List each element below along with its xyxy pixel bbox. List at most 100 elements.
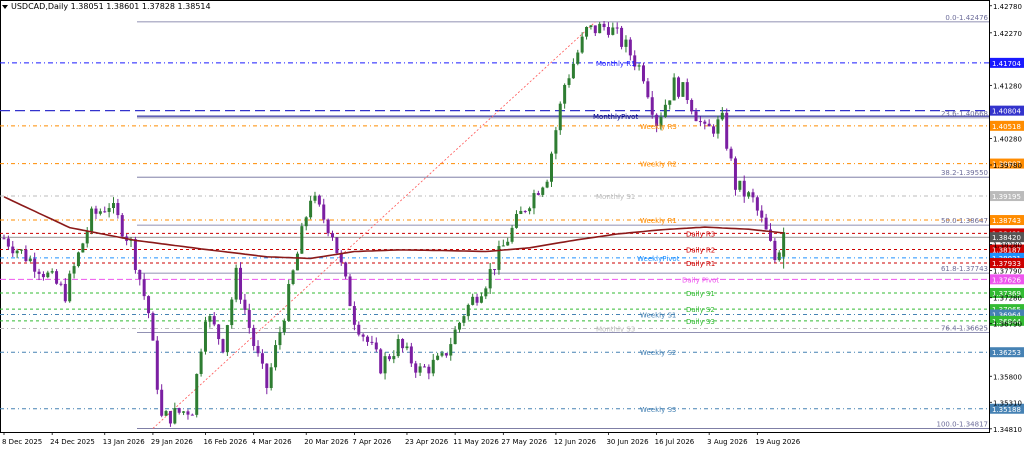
x-tick-label: 19 Aug 2026 <box>755 438 800 446</box>
level-label: Weekly S3 <box>640 406 676 414</box>
candle-body <box>225 325 229 353</box>
candle-body <box>120 215 124 237</box>
candle-body <box>217 324 221 340</box>
level-label: Weekly S2 <box>640 349 676 357</box>
candle-body <box>396 339 400 357</box>
time-axis: 8 Dec 2025 24 Dec 2025 13 Jan 2026 29 Jan 2… <box>2 432 801 446</box>
candle-body <box>239 267 243 300</box>
candle-body <box>348 276 352 307</box>
candle-body <box>703 121 707 124</box>
candle-body <box>317 195 321 205</box>
candle-body <box>278 332 282 346</box>
candle-body <box>646 81 650 98</box>
level-label: 100.0-1.34817 <box>936 420 988 428</box>
candle-body <box>550 153 553 182</box>
candle-body <box>374 342 378 350</box>
x-tick-label: 23 Apr 2026 <box>405 438 449 446</box>
candle-body <box>707 123 711 127</box>
candle-body <box>681 82 685 97</box>
plot-frame <box>0 0 990 433</box>
candle-body <box>68 273 72 302</box>
candle-body <box>177 408 181 413</box>
candle-body <box>716 119 720 134</box>
candle-body <box>20 249 24 251</box>
candle-body <box>287 283 291 321</box>
candle-body <box>147 296 151 314</box>
candle-body <box>331 233 334 238</box>
y-tick-label: 1.36790 <box>993 321 1022 329</box>
candle-body <box>475 296 479 303</box>
candle-body <box>637 65 641 67</box>
price-axis: 1.417041.408041.405181.398071.391951.387… <box>989 3 1024 434</box>
candle-body <box>589 25 593 27</box>
candle-body <box>764 217 768 230</box>
candle-body <box>212 316 216 325</box>
candle-body <box>46 272 50 278</box>
candle-body <box>190 414 194 416</box>
level-label: WeeklyPivot <box>637 255 680 263</box>
candle-body <box>94 208 98 214</box>
candle-body <box>751 192 755 198</box>
candle-body <box>580 36 584 53</box>
candle-body <box>103 211 107 213</box>
candle-body <box>532 193 536 209</box>
candle-body <box>453 329 457 345</box>
y-tick-label: 1.42270 <box>993 30 1022 38</box>
candle-body <box>528 208 532 212</box>
candle-body <box>387 356 391 360</box>
level-label: 38.2-1.39550 <box>941 169 988 177</box>
y-tick-label: 1.41280 <box>993 82 1022 90</box>
candle-body <box>641 65 645 82</box>
candle-body <box>72 266 76 274</box>
price-badge-text: 1.36253 <box>992 349 1021 357</box>
candle-body <box>15 250 19 254</box>
x-tick-label: 7 Apr 2026 <box>352 438 391 446</box>
x-tick-label: 16 Jul 2026 <box>655 438 695 446</box>
candle-body <box>484 288 488 297</box>
candle-body <box>747 192 751 197</box>
candle-body <box>313 195 317 201</box>
level-label: Daily S1 <box>686 290 715 298</box>
y-tick-label: 1.35310 <box>993 399 1022 407</box>
candle-body <box>335 237 339 254</box>
x-tick-label: 4 Mar 2026 <box>252 438 292 446</box>
candle-body <box>685 82 689 101</box>
candle-body <box>260 353 264 364</box>
candle-body <box>182 411 186 413</box>
candle-body <box>541 187 545 195</box>
candle-body <box>773 240 777 261</box>
candle-body <box>243 299 247 310</box>
candle-body <box>506 241 510 246</box>
candle-body <box>269 367 273 388</box>
candle-body <box>488 269 492 289</box>
candle-body <box>777 252 781 261</box>
level-label: Monthly S1 <box>596 193 635 201</box>
candle-body <box>558 103 562 131</box>
candle-body <box>471 296 475 305</box>
price-chart[interactable]: 0.0-1.42476 Monthly R1 MonthlyPivot 23.6-1.… <box>0 0 1024 449</box>
price-badge-text: 1.39195 <box>992 193 1021 201</box>
candle-body <box>164 411 168 416</box>
price-badge-text: 1.40804 <box>992 108 1021 116</box>
price-badge-text: 1.41704 <box>992 60 1021 68</box>
candle-body <box>370 341 374 343</box>
candle-body <box>510 227 514 242</box>
candle-body <box>326 219 330 234</box>
candle-body <box>615 27 619 29</box>
candle-body <box>168 411 172 424</box>
y-tick-label: 1.38280 <box>993 242 1022 250</box>
candle-body <box>545 181 549 188</box>
level-label: 50.0-1.38647 <box>941 217 988 225</box>
candle-body <box>694 111 698 122</box>
candle-body <box>738 180 742 190</box>
candle-body <box>458 322 462 330</box>
candle-body <box>379 349 383 374</box>
y-tick-label: 1.40280 <box>993 135 1022 143</box>
candle-body <box>37 271 41 274</box>
candle-body <box>422 366 426 368</box>
y-tick-label: 1.37280 <box>993 295 1022 303</box>
candle-body <box>366 336 370 342</box>
candle-body <box>409 346 413 364</box>
candle-body <box>41 273 45 278</box>
candle-body <box>199 351 203 374</box>
